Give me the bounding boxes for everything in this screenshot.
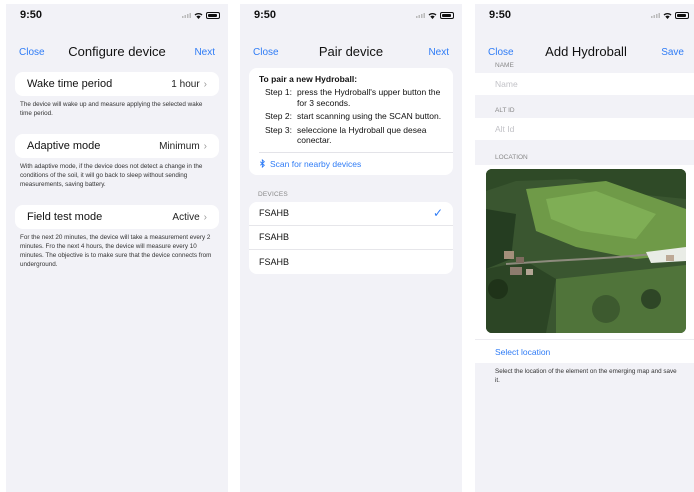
status-icons xyxy=(416,12,454,19)
wifi-icon xyxy=(428,13,437,19)
chevron-right-icon: › xyxy=(203,211,207,223)
wake-time-description: The device will wake up and measure appl… xyxy=(20,101,203,117)
devices-header: DEVICES xyxy=(258,190,288,198)
status-time: 9:50 xyxy=(489,9,512,21)
chevron-right-icon: › xyxy=(203,78,207,90)
status-time: 9:50 xyxy=(20,9,43,21)
step-text: seleccione la Hydroball que desea conect… xyxy=(297,124,427,146)
add-hydroball-screen: 9:50 Close Add Hydroball Save NAME Name … xyxy=(475,4,694,492)
device-name: FSAHB xyxy=(259,256,290,267)
battery-icon xyxy=(206,12,220,19)
device-row[interactable]: FSAHB xyxy=(249,226,453,250)
nav-bar: Close Pair device Next xyxy=(240,28,462,68)
step-number: Step 3: xyxy=(265,124,292,135)
device-row[interactable]: FSAHB xyxy=(249,250,453,274)
select-location-button[interactable]: Select location xyxy=(475,339,694,363)
adaptive-mode-description: With adaptive mode, if the device does n… xyxy=(20,163,203,188)
next-button[interactable]: Next xyxy=(194,47,215,58)
device-name: FSAHB xyxy=(259,208,290,218)
step-item: Step 3: seleccione la Hydroball que dese… xyxy=(259,125,443,146)
status-bar: 9:50 xyxy=(6,4,228,28)
save-button[interactable]: Save xyxy=(661,47,684,58)
configure-device-screen: 9:50 Close Configure device Next Wake ti… xyxy=(6,4,228,492)
step-item: Step 2: start scanning using the SCAN bu… xyxy=(259,111,443,122)
satellite-map[interactable] xyxy=(486,169,686,333)
status-icons xyxy=(182,12,220,19)
location-card: Select location xyxy=(475,165,694,363)
bluetooth-icon xyxy=(259,159,265,168)
signal-icon xyxy=(182,13,191,18)
signal-icon xyxy=(416,13,425,18)
checkmark-icon: ✓ xyxy=(432,206,443,220)
nav-bar: Close Add Hydroball Save xyxy=(475,28,694,62)
instructions-title: To pair a new Hydroball: xyxy=(259,74,358,84)
scan-button[interactable]: Scan for nearby devices xyxy=(259,153,443,175)
adaptive-mode-label: Adaptive mode xyxy=(27,140,101,152)
wake-time-setting[interactable]: Wake time period 1 hour › xyxy=(15,72,219,96)
field-test-value-text: Active xyxy=(172,211,200,223)
field-test-description: For the next 20 minutes, the device will… xyxy=(20,234,212,268)
chevron-right-icon: › xyxy=(203,140,207,152)
step-item: Step 1: press the Hydroball's upper butt… xyxy=(259,87,443,108)
device-name: FSAHB xyxy=(259,232,290,242)
nav-bar: Close Configure device Next xyxy=(6,28,228,68)
status-bar: 9:50 xyxy=(475,4,694,28)
device-row[interactable]: FSAHB ✓ xyxy=(249,202,453,226)
alt-id-field[interactable]: Alt Id xyxy=(475,118,694,140)
step-number: Step 2: xyxy=(265,111,292,121)
field-test-value: Active › xyxy=(172,212,207,223)
scan-label: Scan for nearby devices xyxy=(270,158,362,169)
pair-device-screen: 9:50 Close Pair device Next To pair a ne… xyxy=(240,4,462,492)
status-time: 9:50 xyxy=(254,9,277,21)
signal-icon xyxy=(651,13,660,18)
adaptive-mode-value-text: Minimum xyxy=(159,140,200,152)
wake-time-value-text: 1 hour xyxy=(171,78,200,90)
field-test-setting[interactable]: Field test mode Active › xyxy=(15,205,219,229)
battery-icon xyxy=(440,12,454,19)
wake-time-value: 1 hour › xyxy=(171,79,207,90)
devices-list: FSAHB ✓ FSAHB FSAHB xyxy=(249,201,453,274)
step-text: press the Hydroball's upper button the f… xyxy=(297,87,441,108)
adaptive-mode-setting[interactable]: Adaptive mode Minimum › xyxy=(15,134,219,158)
battery-icon xyxy=(675,12,689,19)
field-test-row[interactable]: Field test mode Active › xyxy=(15,205,219,229)
step-number: Step 1: xyxy=(265,87,292,97)
status-bar: 9:50 xyxy=(240,4,462,28)
adaptive-mode-value: Minimum › xyxy=(159,141,207,152)
field-test-label: Field test mode xyxy=(27,211,103,223)
wifi-icon xyxy=(194,13,203,19)
wifi-icon xyxy=(663,13,672,19)
status-icons xyxy=(651,12,689,19)
satellite-map-image xyxy=(486,169,686,333)
step-text: start scanning using the SCAN button. xyxy=(297,111,442,121)
alt-id-label: ALT ID xyxy=(495,107,515,114)
pair-instructions-card: To pair a new Hydroball: Step 1: press t… xyxy=(249,68,453,175)
name-field[interactable]: Name xyxy=(475,73,694,95)
wake-time-row[interactable]: Wake time period 1 hour › xyxy=(15,72,219,96)
location-hint: Select the location of the element on th… xyxy=(495,368,677,384)
location-label: LOCATION xyxy=(495,154,528,161)
next-button[interactable]: Next xyxy=(428,47,449,58)
wake-time-label: Wake time period xyxy=(27,78,113,90)
name-label: NAME xyxy=(495,62,514,69)
adaptive-mode-row[interactable]: Adaptive mode Minimum › xyxy=(15,134,219,158)
